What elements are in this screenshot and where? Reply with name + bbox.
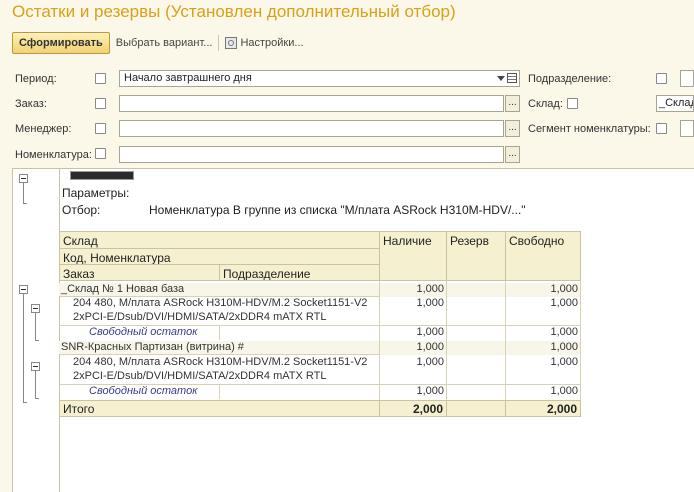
manager-checkbox[interactable]	[95, 123, 106, 134]
available-cell: 1,000	[379, 283, 447, 297]
group-line	[35, 340, 39, 341]
nomenclature-row-line2: 2xPCI-E/Dsub/DVI/HDMI/SATA/2xDDR4 mATX R…	[73, 370, 327, 382]
order-field[interactable]	[119, 95, 504, 112]
column-divider	[446, 281, 447, 400]
total-available: 2,000	[379, 400, 447, 417]
group-line	[23, 294, 24, 402]
reserve-cell	[446, 297, 506, 311]
toolbar: Сформировать Выбрать вариант... Настройк…	[12, 32, 304, 54]
manager-field[interactable]	[119, 120, 504, 137]
available-cell: 1,000	[416, 326, 444, 338]
column-header-available: Наличие	[379, 231, 447, 281]
calendar-icon[interactable]	[507, 73, 517, 83]
filter-label: Отбор:	[62, 203, 101, 217]
available-cell: 1,000	[416, 356, 444, 368]
group-line	[23, 203, 27, 204]
chevron-down-icon[interactable]	[497, 76, 505, 81]
free-cell: 1,000	[505, 283, 581, 297]
filter-value: Номенклатура В группе из списка "М/плата…	[149, 203, 526, 217]
available-cell: 1,000	[379, 341, 447, 355]
settings-icon	[225, 37, 238, 49]
total-label: Итого	[59, 400, 380, 417]
group-line	[23, 183, 24, 203]
settings-label: Настройки...	[240, 37, 304, 49]
order-label: Заказ:	[15, 98, 47, 110]
free-balance-row[interactable]: Свободный остаток	[89, 385, 220, 399]
warehouse-value: _Склад	[659, 97, 694, 109]
division-checkbox[interactable]	[656, 73, 667, 84]
segment-checkbox[interactable]	[656, 123, 667, 134]
available-cell: 1,000	[416, 297, 444, 309]
settings-button[interactable]: Настройки...	[225, 37, 304, 49]
warehouse-checkbox[interactable]	[567, 98, 578, 109]
group-line	[35, 371, 36, 398]
column-divider	[505, 281, 506, 400]
free-cell: 1,000	[550, 356, 578, 368]
group-line	[35, 313, 36, 340]
nomenclature-label: Номенклатура:	[15, 149, 92, 161]
reserve-cell	[446, 283, 506, 297]
segment-field[interactable]	[680, 120, 694, 137]
division-field[interactable]	[680, 70, 694, 87]
column-divider	[580, 281, 581, 400]
manager-label: Менеджер:	[15, 123, 72, 135]
collapse-group-toggle[interactable]	[31, 304, 40, 313]
column-header-warehouse: Склад	[59, 231, 380, 249]
nomenclature-checkbox[interactable]	[95, 148, 106, 159]
free-cell: 1,000	[505, 341, 581, 355]
warehouse-label: Склад:	[528, 98, 563, 110]
reserve-cell	[446, 341, 506, 355]
warehouse-field[interactable]: _Склад	[656, 95, 694, 112]
manager-select-button[interactable]: ...	[505, 120, 520, 137]
reserve-cell	[446, 356, 506, 370]
nomenclature-select-button[interactable]: ...	[505, 146, 520, 163]
column-divider	[379, 281, 380, 400]
row-divider	[59, 384, 581, 385]
collapse-report-toggle[interactable]	[19, 285, 28, 294]
segment-label: Сегмент номенклатуры:	[528, 123, 651, 135]
order-checkbox[interactable]	[95, 98, 106, 109]
group-line	[35, 398, 39, 399]
available-cell: 1,000	[416, 385, 444, 397]
column-header-reserve: Резерв	[446, 231, 506, 281]
collapse-group-toggle[interactable]	[31, 362, 40, 371]
column-header-code-nomenclature: Код, Номенклатура	[59, 248, 380, 265]
column-header-order: Заказ	[59, 264, 220, 281]
period-checkbox[interactable]	[95, 73, 106, 84]
total-free: 2,000	[505, 400, 581, 417]
free-cell: 1,000	[550, 297, 578, 309]
nomenclature-row-line1[interactable]: 204 480, М/плата ASRock H310M-HDV/M.2 So…	[73, 297, 380, 311]
warehouse-group-row[interactable]: SNR-Красных Партизан (витрина) #	[59, 341, 380, 355]
column-header-free: Свободно	[505, 231, 581, 281]
cell-divider	[219, 326, 220, 340]
period-value: Начало завтрашнего дня	[124, 72, 252, 84]
period-select[interactable]: Начало завтрашнего дня	[119, 70, 520, 87]
grouping-gutter	[13, 169, 60, 492]
period-label: Период:	[15, 73, 57, 85]
column-header-division: Подразделение	[219, 264, 380, 281]
order-select-button[interactable]: ...	[505, 95, 520, 112]
division-label: Подразделение:	[528, 73, 612, 85]
report-header-block	[70, 171, 134, 180]
nomenclature-field[interactable]	[119, 146, 504, 163]
reserve-cell	[446, 326, 506, 340]
free-cell: 1,000	[550, 326, 578, 338]
total-reserve	[446, 400, 506, 417]
free-cell: 1,000	[550, 385, 578, 397]
warehouse-group-row[interactable]: _Склад № 1 Новая база	[59, 283, 380, 297]
params-label: Параметры:	[62, 186, 130, 200]
choose-variant-button[interactable]: Выбрать вариант...	[116, 37, 213, 49]
collapse-params-toggle[interactable]	[19, 174, 28, 183]
row-divider	[59, 325, 581, 326]
report-area[interactable]: Параметры: Отбор: Номенклатура В группе …	[12, 168, 694, 492]
generate-button[interactable]: Сформировать	[12, 32, 110, 54]
group-line	[23, 402, 27, 403]
cell-divider	[219, 385, 220, 399]
reserve-cell	[446, 385, 506, 399]
toolbar-separator	[218, 35, 220, 51]
nomenclature-row-line2: 2xPCI-E/Dsub/DVI/HDMI/SATA/2xDDR4 mATX R…	[73, 311, 327, 323]
free-balance-row[interactable]: Свободный остаток	[89, 326, 220, 340]
window-title: Остатки и резервы (Установлен дополнител…	[12, 2, 456, 21]
nomenclature-row-line1[interactable]: 204 480, М/плата ASRock H310M-HDV/M.2 So…	[73, 356, 380, 370]
